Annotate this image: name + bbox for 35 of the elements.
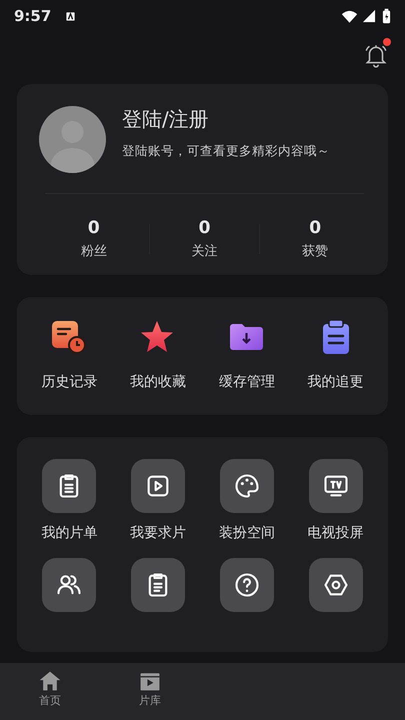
tool-button[interactable] [308,459,363,513]
shortcut-item[interactable]: 缓存管理 [202,319,292,393]
stat-label: 获赞 [301,242,330,260]
battery-icon [382,8,391,24]
nav-tab[interactable]: 片库 [137,669,163,710]
tool-label: 电视投屏 [306,524,365,543]
signal-icon [362,9,376,23]
history-icon [50,319,88,357]
tool-icon-button[interactable] [42,558,96,612]
stat-value: 0 [308,217,322,240]
shortcut-item[interactable]: 我的收藏 [114,319,202,393]
tool-icon-button[interactable] [220,558,274,612]
tool-button[interactable] [131,459,186,513]
notification-icon [65,10,76,22]
stat-label: 关注 [190,242,218,260]
help-icon [232,571,261,599]
stat-value: 0 [198,217,212,240]
wifi-icon [341,9,358,23]
tool-label: 装扮空间 [218,524,276,543]
login-link[interactable]: 登陆/注册 [122,104,330,134]
shortcut-item[interactable]: 历史记录 [25,319,114,393]
tool-button[interactable] [220,459,274,513]
tool-icon-button[interactable] [131,558,186,612]
tool-label: 我要求片 [129,524,188,543]
home-icon [37,669,63,693]
clock-text: 9:57 [14,6,52,27]
shortcut-item[interactable]: 我的追更 [291,319,380,393]
tool-label: 我的片单 [40,524,98,543]
login-hint: 登陆账号，可查看更多精彩内容哦～ [122,142,330,160]
nav-tab[interactable]: 首页 [37,669,63,710]
tool-button[interactable] [42,459,96,513]
stat-label: 粉丝 [80,242,108,260]
stat-value: 0 [86,217,101,240]
palette-icon [232,472,261,500]
tool-icon-button[interactable] [308,558,363,612]
